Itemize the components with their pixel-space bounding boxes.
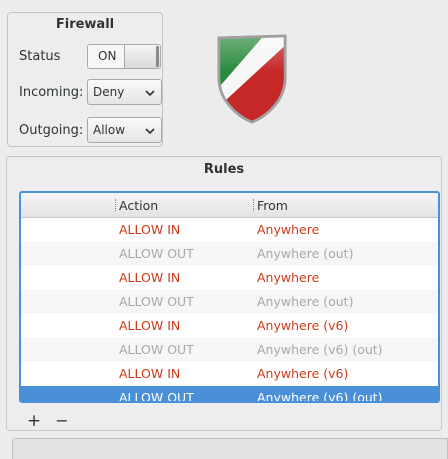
column-separator[interactable] xyxy=(115,199,117,211)
incoming-policy-value: Deny xyxy=(93,85,125,99)
rule-from-cell: Anywhere xyxy=(257,270,320,285)
status-bar xyxy=(12,438,448,459)
rule-action-cell: ALLOW OUT xyxy=(119,246,194,261)
column-separator[interactable] xyxy=(253,199,255,211)
incoming-label: Incoming: xyxy=(19,85,84,100)
status-switch-label: ON xyxy=(98,49,117,63)
rules-table-body: ALLOW IN Anywhere ALLOW OUT Anywhere (out) A… xyxy=(21,218,438,403)
gufw-window: Firewall Status ON Incoming: Deny Outgoi… xyxy=(0,0,448,459)
rule-row[interactable]: ALLOW IN Anywhere (v6) xyxy=(21,362,438,386)
switch-knob[interactable] xyxy=(124,45,160,68)
rule-action-cell: ALLOW OUT xyxy=(119,294,194,309)
rule-from-cell: Anywhere xyxy=(257,222,320,237)
chevron-down-icon xyxy=(145,128,155,135)
outgoing-policy-value: Allow xyxy=(93,123,126,137)
rule-from-cell: Anywhere (v6) (out) xyxy=(257,342,383,357)
rule-action-cell: ALLOW IN xyxy=(119,270,181,285)
rules-panel: Rules Action From ALLOW IN Anywhere ALLOW … xyxy=(6,156,442,431)
rule-row[interactable]: ALLOW OUT Anywhere (v6) (out) xyxy=(21,338,438,362)
rule-action-cell: ALLOW OUT xyxy=(119,390,194,403)
rule-from-cell: Anywhere (v6) xyxy=(257,318,349,333)
rule-action-cell: ALLOW IN xyxy=(119,222,181,237)
rule-row[interactable]: ALLOW OUT Anywhere (v6) (out) xyxy=(21,386,438,403)
column-header-action[interactable]: Action xyxy=(119,198,158,213)
incoming-policy-dropdown[interactable]: Deny xyxy=(87,79,162,105)
rule-from-cell: Anywhere (v6) (out) xyxy=(257,390,383,403)
rule-row[interactable]: ALLOW IN Anywhere xyxy=(21,266,438,290)
rules-table[interactable]: Action From ALLOW IN Anywhere ALLOW OUT Any… xyxy=(19,191,440,403)
rule-action-cell: ALLOW OUT xyxy=(119,342,194,357)
rule-row[interactable]: ALLOW OUT Anywhere (out) xyxy=(21,290,438,314)
status-switch[interactable]: ON xyxy=(87,44,161,69)
rules-title: Rules xyxy=(203,162,245,177)
rule-from-cell: Anywhere (out) xyxy=(257,246,354,261)
outgoing-policy-dropdown[interactable]: Allow xyxy=(87,117,162,143)
rule-row[interactable]: ALLOW IN Anywhere xyxy=(21,218,438,242)
rule-from-cell: Anywhere (out) xyxy=(257,294,354,309)
rule-action-cell: ALLOW IN xyxy=(119,318,181,333)
chevron-down-icon xyxy=(145,90,155,97)
rule-row[interactable]: ALLOW IN Anywhere (v6) xyxy=(21,314,438,338)
rule-row[interactable]: ALLOW OUT Anywhere (out) xyxy=(21,242,438,266)
firewall-title: Firewall xyxy=(55,17,115,32)
firewall-panel: Firewall Status ON Incoming: Deny Outgoi… xyxy=(7,12,163,147)
remove-rule-button[interactable]: − xyxy=(52,411,72,431)
rule-from-cell: Anywhere (v6) xyxy=(257,366,349,381)
outgoing-label: Outgoing: xyxy=(19,123,84,138)
add-rule-button[interactable]: + xyxy=(24,411,44,431)
gufw-shield-icon xyxy=(217,34,287,124)
rule-action-cell: ALLOW IN xyxy=(119,366,181,381)
status-label: Status xyxy=(19,49,61,64)
column-header-from[interactable]: From xyxy=(257,198,288,213)
rules-table-header: Action From xyxy=(21,193,438,218)
